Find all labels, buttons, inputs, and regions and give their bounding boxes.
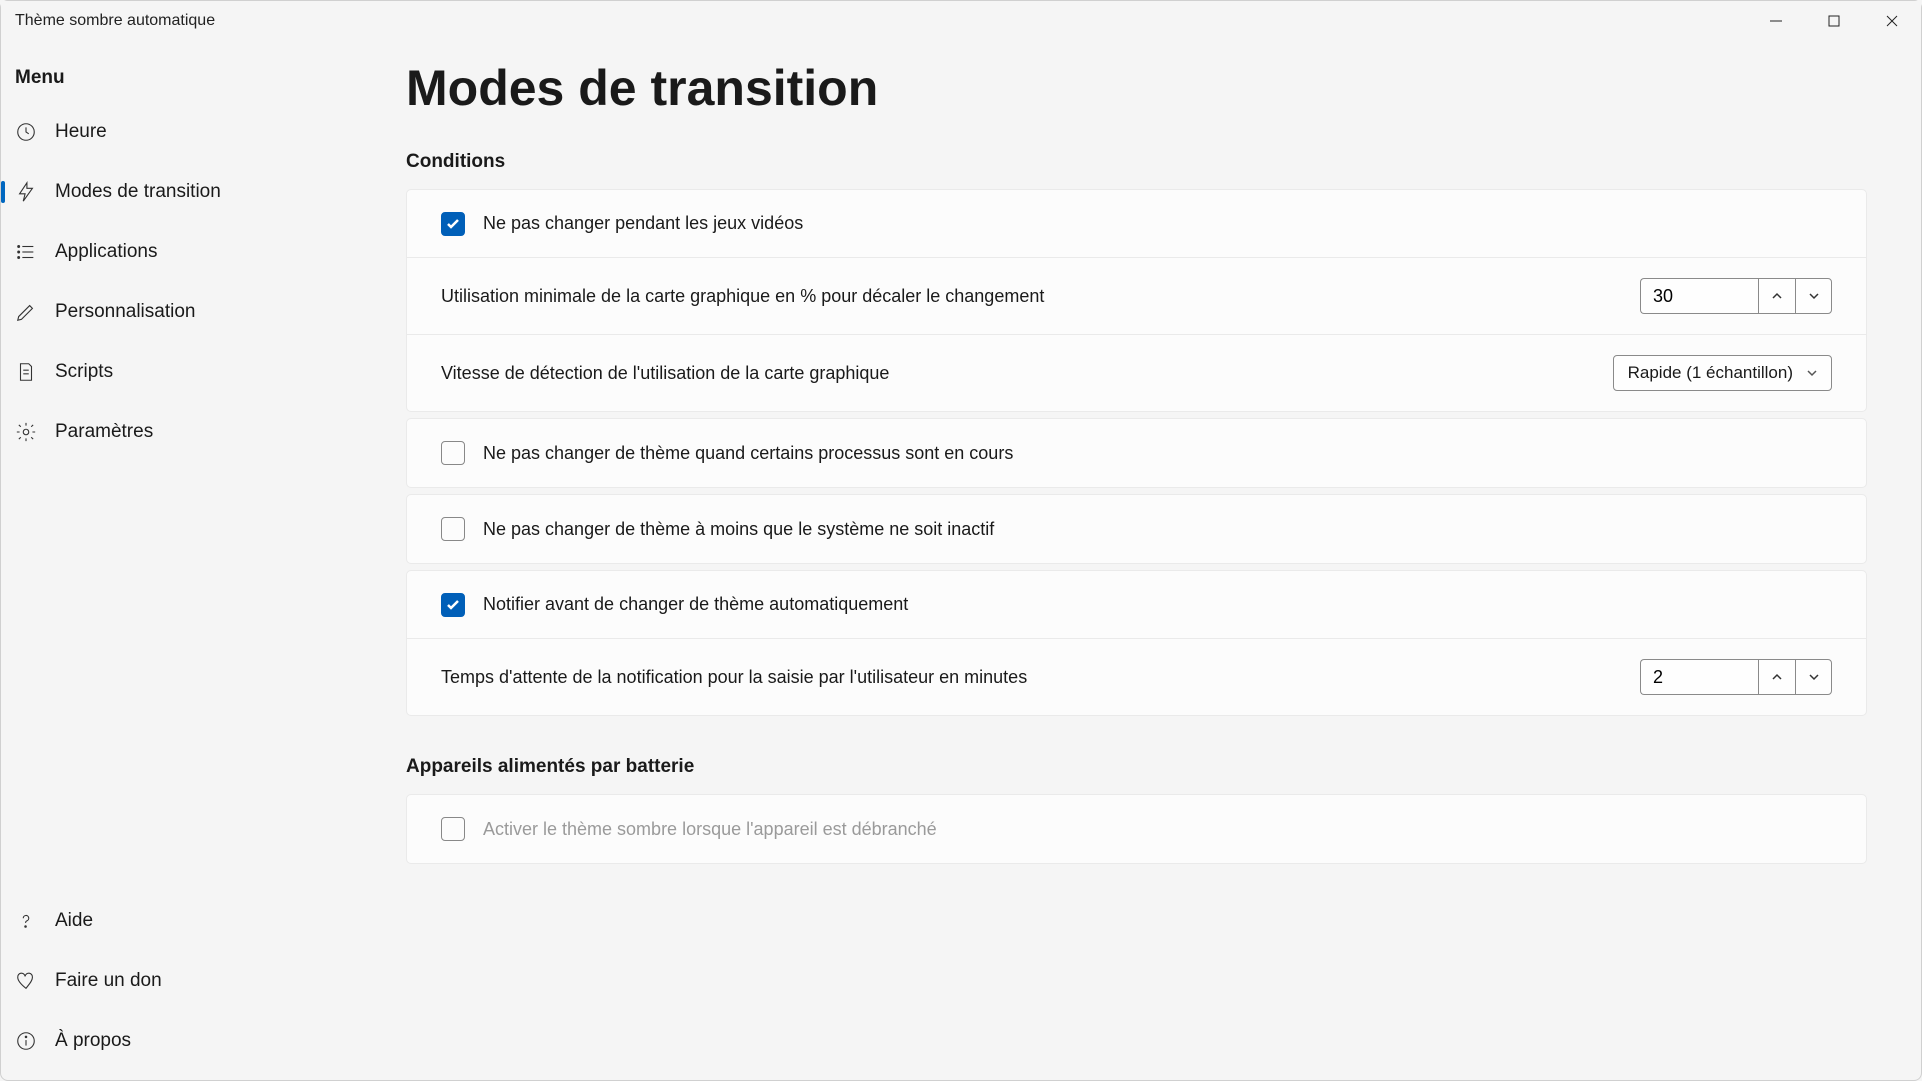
minimize-button[interactable] — [1747, 1, 1805, 41]
label-idle: Ne pas changer de thème à moins que le s… — [483, 519, 1832, 540]
sidebar-item-heure[interactable]: Heure — [1, 111, 406, 153]
label-gpu-speed: Vitesse de détection de l'utilisation de… — [441, 363, 1595, 384]
window-title: Thème sombre automatique — [15, 12, 215, 30]
label-process: Ne pas changer de thème quand certains p… — [483, 443, 1832, 464]
list-icon — [15, 241, 37, 263]
card-notify: Notifier avant de changer de thème autom… — [406, 570, 1867, 716]
card-games: Ne pas changer pendant les jeux vidéos U… — [406, 189, 1867, 412]
chevron-up-icon — [1771, 290, 1783, 302]
dropdown-gpu-speed[interactable]: Rapide (1 échantillon) — [1613, 355, 1832, 391]
chevron-down-icon — [1808, 290, 1820, 302]
close-icon — [1885, 14, 1899, 28]
lightning-icon — [15, 181, 37, 203]
info-icon — [15, 1030, 37, 1052]
chevron-down-icon — [1808, 671, 1820, 683]
window-controls — [1747, 1, 1921, 41]
sidebar-item-label: Faire un don — [55, 970, 162, 992]
sidebar-menu-title: Menu — [1, 59, 406, 111]
spinner-up-button[interactable] — [1758, 659, 1795, 695]
sidebar-item-label: Applications — [55, 241, 157, 263]
sidebar-item-label: Personnalisation — [55, 301, 195, 323]
checkbox-games[interactable] — [441, 212, 465, 236]
section-title-battery: Appareils alimentés par batterie — [406, 756, 1867, 778]
sidebar-item-aide[interactable]: Aide — [1, 900, 406, 942]
card-idle: Ne pas changer de thème à moins que le s… — [406, 494, 1867, 564]
maximize-button[interactable] — [1805, 1, 1863, 41]
card-battery-dark: Activer le thème sombre lorsque l'appare… — [406, 794, 1867, 864]
sidebar-item-label: Scripts — [55, 361, 113, 383]
spinner-notify-wait — [1640, 659, 1832, 695]
chevron-up-icon — [1771, 671, 1783, 683]
label-notify-wait: Temps d'attente de la notification pour … — [441, 667, 1622, 688]
checkbox-idle[interactable] — [441, 517, 465, 541]
section-title-conditions: Conditions — [406, 151, 1867, 173]
brush-icon — [15, 301, 37, 323]
titlebar: Thème sombre automatique — [1, 1, 1921, 41]
sidebar-item-scripts[interactable]: Scripts — [1, 351, 406, 393]
help-icon — [15, 910, 37, 932]
dropdown-gpu-speed-value: Rapide (1 échantillon) — [1628, 363, 1793, 383]
spinner-down-button[interactable] — [1795, 278, 1832, 314]
page-title: Modes de transition — [406, 59, 1867, 117]
sidebar-item-donate[interactable]: Faire un don — [1, 960, 406, 1002]
sidebar-item-apropos[interactable]: À propos — [1, 1020, 406, 1062]
sidebar-item-label: Modes de transition — [55, 181, 221, 203]
close-button[interactable] — [1863, 1, 1921, 41]
sidebar: Menu Heure Modes de transition Applicati… — [1, 41, 406, 1080]
sidebar-item-label: À propos — [55, 1030, 131, 1052]
spinner-gpu-percent — [1640, 278, 1832, 314]
label-battery-dark: Activer le thème sombre lorsque l'appare… — [483, 819, 1832, 840]
clock-icon — [15, 121, 37, 143]
sidebar-item-modes-transition[interactable]: Modes de transition — [1, 171, 406, 213]
sidebar-item-parametres[interactable]: Paramètres — [1, 411, 406, 453]
sidebar-item-applications[interactable]: Applications — [1, 231, 406, 273]
sidebar-item-label: Paramètres — [55, 421, 153, 443]
heart-icon — [15, 970, 37, 992]
input-notify-wait[interactable] — [1640, 659, 1758, 695]
card-process: Ne pas changer de thème quand certains p… — [406, 418, 1867, 488]
label-gpu-percent: Utilisation minimale de la carte graphiq… — [441, 286, 1622, 307]
check-icon — [445, 597, 461, 613]
checkbox-battery-dark[interactable] — [441, 817, 465, 841]
sidebar-item-personnalisation[interactable]: Personnalisation — [1, 291, 406, 333]
minimize-icon — [1769, 14, 1783, 28]
chevron-down-icon — [1805, 366, 1819, 380]
checkbox-process[interactable] — [441, 441, 465, 465]
label-games: Ne pas changer pendant les jeux vidéos — [483, 213, 1832, 234]
checkbox-notify[interactable] — [441, 593, 465, 617]
sidebar-item-label: Aide — [55, 910, 93, 932]
label-notify: Notifier avant de changer de thème autom… — [483, 594, 1832, 615]
check-icon — [445, 216, 461, 232]
document-icon — [15, 361, 37, 383]
spinner-up-button[interactable] — [1758, 278, 1795, 314]
input-gpu-percent[interactable] — [1640, 278, 1758, 314]
main-content: Modes de transition Conditions Ne pas ch… — [406, 41, 1921, 1080]
sidebar-item-label: Heure — [55, 121, 107, 143]
gear-icon — [15, 421, 37, 443]
maximize-icon — [1827, 14, 1841, 28]
spinner-down-button[interactable] — [1795, 659, 1832, 695]
